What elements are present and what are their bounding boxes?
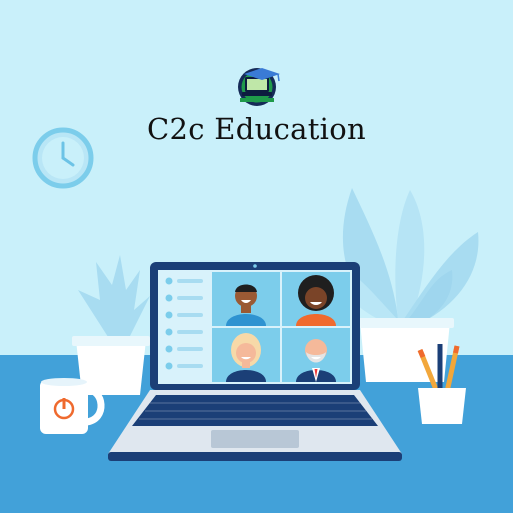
keyboard xyxy=(132,395,378,426)
brand-title: C2c Education xyxy=(146,112,366,146)
illustration-scene: C2c Education xyxy=(0,0,513,513)
participant-avatar-2 xyxy=(296,275,336,326)
logo-icon xyxy=(238,68,280,106)
scene-svg xyxy=(0,0,513,513)
trackpad xyxy=(211,430,299,448)
laptop-icon xyxy=(108,262,402,461)
